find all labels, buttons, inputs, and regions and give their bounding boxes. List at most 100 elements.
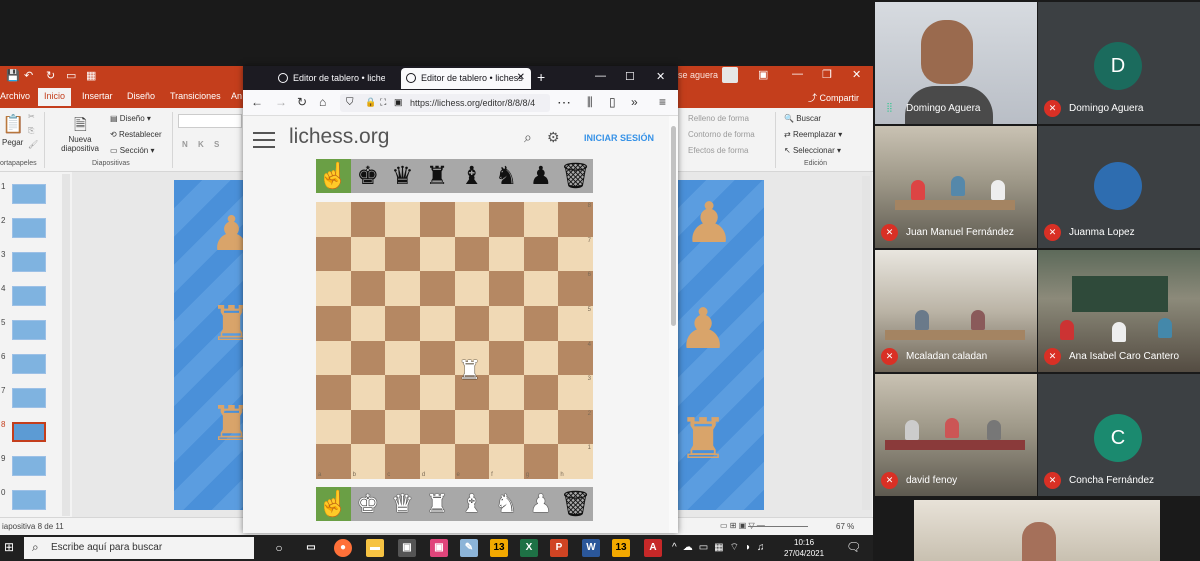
board-square[interactable] <box>316 202 351 237</box>
board-square[interactable]: f <box>489 444 524 479</box>
slide-thumbnail[interactable] <box>12 354 46 374</box>
share-button[interactable]: ⤴ Compartir <box>808 91 859 104</box>
zoom-slider[interactable] <box>748 526 808 527</box>
trash-icon[interactable]: 🗑 <box>558 159 593 193</box>
board-square[interactable] <box>419 202 455 237</box>
white-rook-icon[interactable]: ♜ <box>420 487 455 521</box>
shape-fill-button[interactable]: Relleno de forma <box>688 114 749 123</box>
app-icon[interactable]: ▣ <box>430 539 448 557</box>
board-square[interactable] <box>523 236 559 272</box>
firefox-icon[interactable]: ● <box>334 539 352 557</box>
board-square[interactable] <box>350 236 386 272</box>
board-square[interactable] <box>419 409 455 445</box>
close-icon[interactable]: ✕ <box>656 70 665 83</box>
search-icon[interactable]: ⌕ <box>524 129 532 146</box>
shield-icon[interactable]: ⛉ <box>346 97 354 108</box>
board-square[interactable] <box>489 409 524 445</box>
board-square[interactable]: 6 <box>558 271 593 306</box>
black-pawn-icon[interactable]: ♟ <box>524 159 559 193</box>
white-pawn-icon[interactable]: ♟ <box>524 487 559 521</box>
board-square[interactable]: 5 <box>558 305 593 341</box>
board-square[interactable] <box>523 409 559 445</box>
board-square[interactable] <box>385 202 420 237</box>
board-square[interactable]: 3 <box>558 375 593 410</box>
video-tile[interactable]: C ✕ Concha Fernández <box>1038 374 1200 496</box>
user-avatar[interactable] <box>722 67 738 83</box>
board-square[interactable]: a <box>316 444 351 479</box>
format-painter-icon[interactable]: 🖌 <box>28 140 38 149</box>
board-square[interactable] <box>489 375 524 410</box>
slide-thumbnail[interactable] <box>12 252 46 272</box>
paint-icon[interactable]: ✎ <box>460 539 478 557</box>
board-square[interactable] <box>350 305 386 341</box>
video-tile[interactable]: ✕ Juanma Lopez <box>1038 126 1200 248</box>
permissions-icon[interactable]: ⛶ <box>380 97 386 108</box>
layout-icon[interactable]: ▦ <box>86 69 96 82</box>
zoom-level[interactable]: 67 % <box>836 522 854 531</box>
white-knight-icon[interactable]: ♞ <box>489 487 524 521</box>
browser-tab-active[interactable]: Editor de tablero • lichess ✕ <box>401 68 531 89</box>
copy-icon[interactable]: ⎘ <box>28 126 34 136</box>
board-square[interactable] <box>454 236 490 272</box>
board-square[interactable] <box>489 340 524 376</box>
overflow-icon[interactable]: » <box>631 95 638 109</box>
board-square[interactable]: g <box>523 444 559 479</box>
white-bishop-icon[interactable]: ♝ <box>454 487 489 521</box>
reload-icon[interactable]: ↻ <box>297 95 307 109</box>
notifications-icon[interactable]: 🗨 <box>846 540 861 554</box>
powerpoint-icon[interactable]: P <box>550 539 568 557</box>
cut-icon[interactable]: ✂ <box>28 112 35 121</box>
board-square[interactable] <box>419 305 455 341</box>
board-square[interactable] <box>385 375 420 410</box>
board-square[interactable] <box>385 271 420 306</box>
task-view-icon[interactable]: ▭ <box>302 539 320 557</box>
board-square[interactable] <box>316 271 351 306</box>
font-name-box[interactable] <box>178 114 242 128</box>
library-icon[interactable]: ⫼ <box>587 95 593 110</box>
board-square[interactable] <box>385 305 420 341</box>
video-tile[interactable]: ✕ Ana Isabel Caro Cantero <box>1038 250 1200 372</box>
board-square[interactable] <box>385 340 420 376</box>
pdf-icon[interactable]: A <box>644 539 662 557</box>
app-13-icon[interactable]: 13 <box>612 539 630 557</box>
white-queen-icon[interactable]: ♛ <box>385 487 420 521</box>
lichess-logo[interactable]: lichess.org <box>289 125 389 149</box>
windows-start-icon[interactable]: ⊞ <box>4 540 14 554</box>
app-13-icon[interactable]: 13 <box>490 539 508 557</box>
pointer-hand-icon[interactable]: ☝ <box>316 159 351 193</box>
clipboard-icon[interactable]: 📋 <box>2 114 24 135</box>
board-square[interactable] <box>350 340 386 376</box>
board-square[interactable]: 1h <box>558 444 593 479</box>
slide-thumbnail[interactable] <box>12 286 46 306</box>
slide-thumbnail[interactable] <box>12 184 46 204</box>
board-square[interactable] <box>419 271 455 306</box>
board-square[interactable] <box>523 271 559 306</box>
slide-thumbnail[interactable] <box>12 490 46 510</box>
login-link[interactable]: INICIAR SESIÓN <box>584 133 654 143</box>
tab-insertar[interactable]: Insertar <box>82 91 113 101</box>
board-square[interactable] <box>454 409 490 445</box>
save-icon[interactable]: 💾 <box>6 69 20 82</box>
page-scrollbar[interactable] <box>669 116 678 533</box>
sidebar-icon[interactable]: ▯ <box>609 95 616 109</box>
tab-inicio[interactable]: Inicio <box>38 88 72 106</box>
font-style-buttons[interactable]: N K S <box>182 140 223 149</box>
cortana-icon[interactable]: ○ <box>270 539 288 557</box>
minimize-icon[interactable]: — <box>595 70 606 82</box>
board-square[interactable] <box>523 375 559 410</box>
page-actions-icon[interactable]: ⋯ <box>557 94 571 111</box>
undo-icon[interactable]: ↶ <box>24 69 33 82</box>
close-tab-icon[interactable]: ✕ <box>517 72 525 83</box>
board-square[interactable] <box>316 340 351 376</box>
board-square[interactable] <box>316 305 351 341</box>
new-slide-button[interactable]: Nueva diapositiva <box>60 135 100 153</box>
white-king-icon[interactable]: ♚ <box>351 487 386 521</box>
board-square[interactable]: 8 <box>558 202 593 237</box>
black-king-icon[interactable]: ♚ <box>351 159 386 193</box>
board-square[interactable] <box>419 340 455 376</box>
excel-icon[interactable]: X <box>520 539 538 557</box>
slide-scrollbar[interactable] <box>862 176 870 510</box>
menu-icon[interactable]: ≡ <box>659 95 666 109</box>
shape-effects-button[interactable]: Efectos de forma <box>688 146 748 155</box>
board-square[interactable] <box>350 202 386 237</box>
